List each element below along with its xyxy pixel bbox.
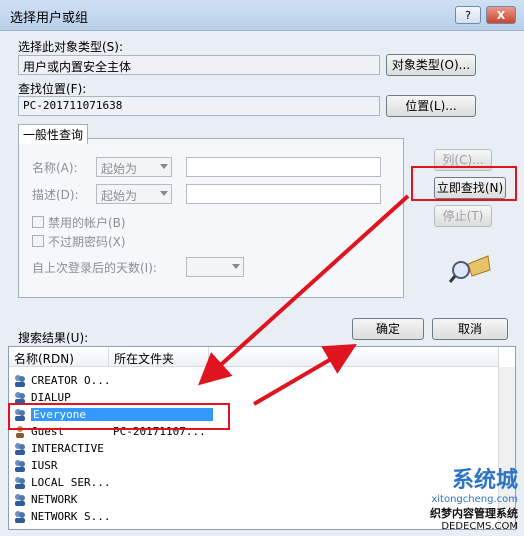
watermark-cms: 织梦内容管理系统 <box>430 507 518 520</box>
watermark: 系统城 xitongcheng.com 织梦内容管理系统 DEDECMS.COM <box>430 462 518 532</box>
arrow-everyone-to-ok <box>252 343 357 406</box>
watermark-cms-url: DEDECMS.COM <box>441 521 518 532</box>
watermark-brand: 系统城 <box>451 468 518 493</box>
watermark-url: xitongcheng.com <box>431 494 518 505</box>
annotation-arrows <box>198 194 410 406</box>
arrow-find-to-results <box>198 194 410 386</box>
select-users-dialog: 选择用户或组 ? X 选择此对象类型(S): 用户或内置安全主体 对象类型(O)… <box>0 0 524 536</box>
